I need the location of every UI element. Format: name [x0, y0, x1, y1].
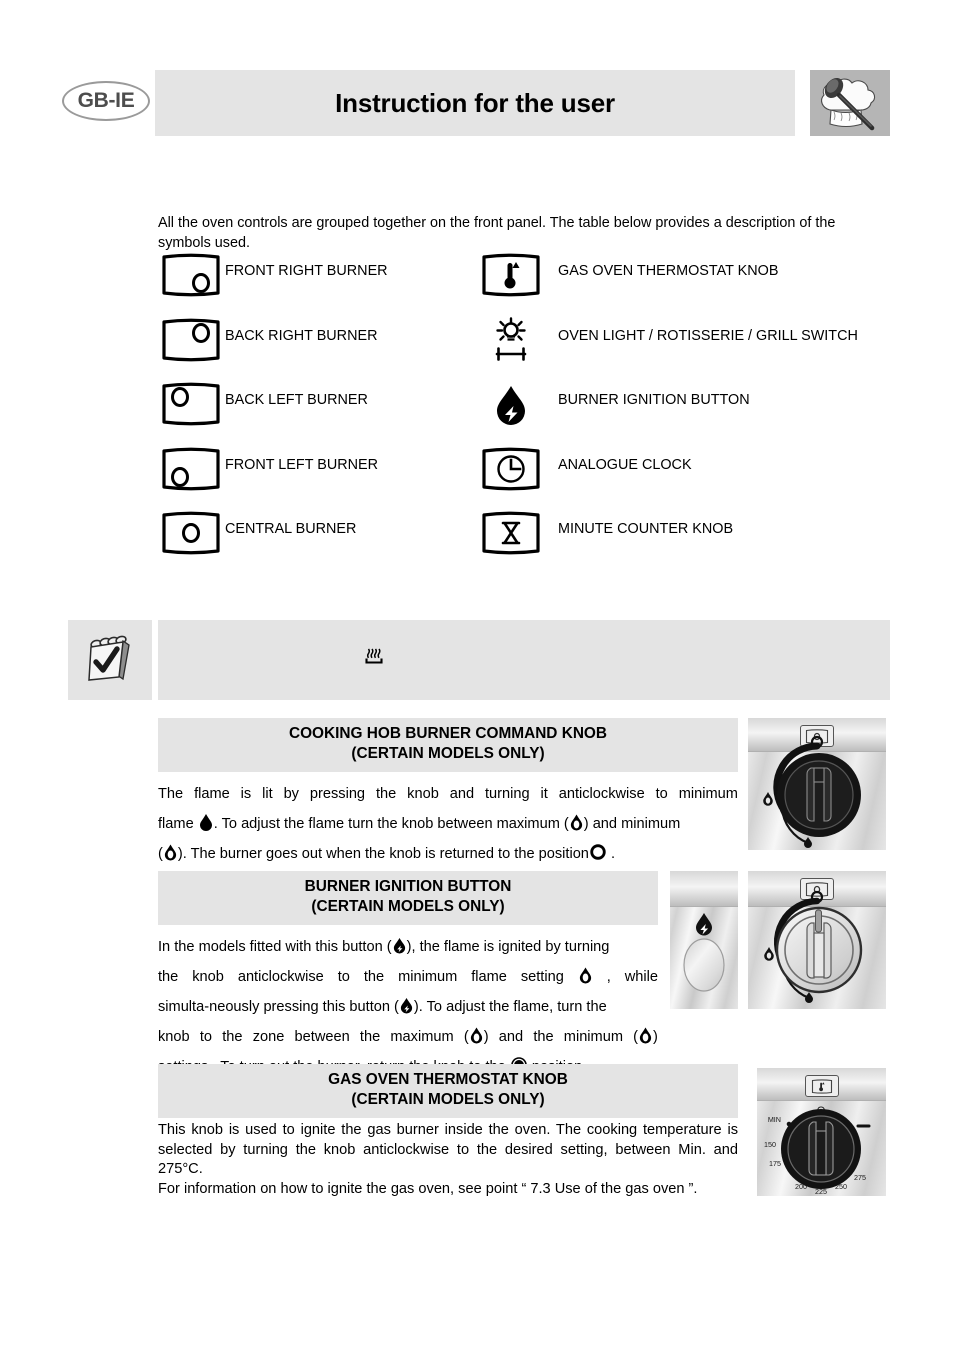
section-body: This knob is used to ignite the gas burn…	[158, 1118, 738, 1200]
legend-entry: OVEN LIGHT / ROTISSERIE / GRILL SWITCH	[478, 316, 878, 382]
intro-paragraph: All the oven controls are grouped togeth…	[158, 215, 836, 251]
section-heading: GAS OVEN THERMOSTAT KNOB (CERTAIN MODELS…	[158, 1064, 738, 1118]
notepad-check-icon	[68, 620, 152, 700]
flame-solid-icon	[804, 837, 812, 848]
legend-label: FRONT LEFT BURNER	[225, 456, 378, 473]
legend-label: ANALOGUE CLOCK	[558, 456, 692, 473]
gas-oven-thermostat-knob-photo: O MIN 150 175 200 225 250 275	[757, 1068, 886, 1196]
section-heading-line1: BURNER IGNITION BUTTON	[304, 878, 512, 895]
section-burner-ignition-button: BURNER IGNITION BUTTON (CERTAIN MODELS O…	[158, 871, 658, 1083]
body-line: (). The burner goes out when the knob is…	[158, 840, 738, 870]
flame-outline-icon	[164, 844, 176, 861]
table-row: BACK RIGHT BURNER OVEN LIGHT / ROTISSERI…	[158, 316, 898, 382]
body-line: knob to the zone between the maximum() and the mi…	[158, 1023, 658, 1053]
burner-ignition-flame-icon	[400, 997, 413, 1014]
legend-entry: GAS OVEN THERMOSTAT KNOB	[478, 252, 878, 317]
body-line: flame . To adjust the flame turn the kno…	[158, 810, 738, 840]
oven-light-rotisserie-grill-icon	[478, 316, 544, 363]
legend-label: CENTRAL BURNER	[225, 521, 357, 537]
locale-badge: GB-IE	[62, 81, 150, 121]
body-line: In the models fitted with this button ()…	[158, 933, 658, 963]
legend-label: BACK RIGHT BURNER	[225, 327, 378, 344]
legend-label: FRONT RIGHT BURNER	[225, 263, 388, 279]
table-row: FRONT RIGHT BURNER GAS OVEN THERMOSTAT K…	[158, 252, 898, 317]
section-cooking-hob-burner-command-knob: COOKING HOB BURNER COMMAND KNOB (CERTAIN…	[158, 718, 738, 870]
heating-element-icon	[364, 646, 384, 671]
legend-entry: ANALOGUE CLOCK	[478, 446, 878, 511]
legend-entry: CENTRAL BURNER	[158, 510, 478, 575]
table-row: CENTRAL BURNER MINUTE COUNTER KNOB	[158, 510, 898, 575]
cooking-hob-knob-photo	[748, 718, 886, 850]
back-right-burner-icon	[158, 317, 224, 363]
svg-text:150: 150	[764, 1140, 776, 1149]
legend-entry: BURNER IGNITION BUTTON	[478, 381, 878, 446]
flame-outline-icon	[570, 814, 582, 831]
ignition-push-button-photo	[670, 871, 738, 1009]
burner-ignition-flame-icon	[696, 913, 712, 936]
flame-solid-icon	[805, 992, 813, 1003]
flame-solid-icon	[199, 813, 212, 831]
table-row: BACK LEFT BURNER BURNER IGNITION BUTTON	[158, 381, 898, 446]
legend-entry: BACK LEFT BURNER	[158, 381, 478, 446]
body-line: The flame is lit by pressing the knob and turning…	[158, 785, 738, 802]
svg-text:175: 175	[769, 1159, 781, 1168]
front-left-burner-icon	[158, 446, 224, 492]
legend-entry: FRONT RIGHT BURNER	[158, 252, 478, 317]
legend-label: OVEN LIGHT / ROTISSERIE / GRILL SWITCH	[558, 327, 858, 344]
note-callout	[68, 620, 890, 700]
flame-outline-icon	[639, 1027, 652, 1044]
section-gas-oven-thermostat-knob: GAS OVEN THERMOSTAT KNOB (CERTAIN MODELS…	[158, 1064, 738, 1200]
svg-text:275: 275	[854, 1173, 866, 1182]
back-left-burner-icon	[158, 381, 224, 427]
analogue-clock-icon	[478, 446, 544, 492]
section-paragraph: This knob is used to ignite the gas burn…	[158, 1121, 738, 1178]
legend-label: MINUTE COUNTER KNOB	[558, 521, 734, 537]
section-paragraph-2: For information on how to ignite the gas…	[158, 1181, 698, 1198]
legend-label: GAS OVEN THERMOSTAT KNOB	[558, 263, 779, 279]
body-line: the knob anticlockwise to the minimum flame set…	[158, 963, 658, 993]
legend-entry: FRONT LEFT BURNER	[158, 446, 478, 511]
front-right-burner-icon	[158, 252, 224, 298]
section-heading-line2: (CERTAIN MODELS ONLY)	[351, 1091, 545, 1109]
section-heading-line2: (CERTAIN MODELS ONLY)	[311, 898, 505, 916]
ignition-knob-photo	[748, 871, 886, 1009]
flame-outline-icon	[470, 1027, 482, 1044]
table-row: FRONT LEFT BURNER ANALOGUE CLOCK	[158, 446, 898, 511]
circle-open-icon	[590, 844, 606, 860]
section-heading: BURNER IGNITION BUTTON (CERTAIN MODELS O…	[158, 871, 658, 925]
section-body: In the models fitted with this button ()…	[158, 925, 658, 1083]
symbol-legend-table: FRONT RIGHT BURNER GAS OVEN THERMOSTAT K…	[158, 252, 898, 575]
section-heading-line1: COOKING HOB BURNER COMMAND KNOB	[288, 725, 608, 742]
chef-hat-spoon-icon	[810, 70, 890, 136]
gas-oven-thermostat-icon	[478, 252, 544, 298]
burner-ignition-flame-icon	[393, 937, 405, 954]
flame-outline-icon	[764, 947, 774, 961]
flame-outline-icon	[579, 967, 591, 984]
flame-outline-icon	[763, 792, 773, 806]
section-heading: COOKING HOB BURNER COMMAND KNOB (CERTAIN…	[158, 718, 738, 772]
page-title: Instruction for the user	[335, 87, 615, 118]
section-body: The flame is lit by pressing the knob and turning…	[158, 772, 738, 870]
minute-counter-hourglass-icon	[478, 510, 544, 556]
header-title-bar: Instruction for the user	[155, 70, 795, 136]
section-heading-line2: (CERTAIN MODELS ONLY)	[351, 745, 545, 763]
legend-entry: MINUTE COUNTER KNOB	[478, 510, 878, 575]
legend-label: BACK LEFT BURNER	[225, 392, 368, 408]
page-header: GB-IE Instruction for the user	[62, 70, 890, 136]
central-burner-icon	[158, 510, 224, 556]
burner-ignition-flame-icon	[478, 381, 544, 427]
note-body	[158, 620, 890, 700]
legend-label: BURNER IGNITION BUTTON	[558, 392, 750, 408]
legend-entry: BACK RIGHT BURNER	[158, 317, 478, 382]
section-heading-line1: GAS OVEN THERMOSTAT KNOB	[328, 1071, 568, 1088]
svg-text:MIN: MIN	[768, 1115, 781, 1124]
body-line: simulta-neously pressing this button ().…	[158, 993, 658, 1023]
